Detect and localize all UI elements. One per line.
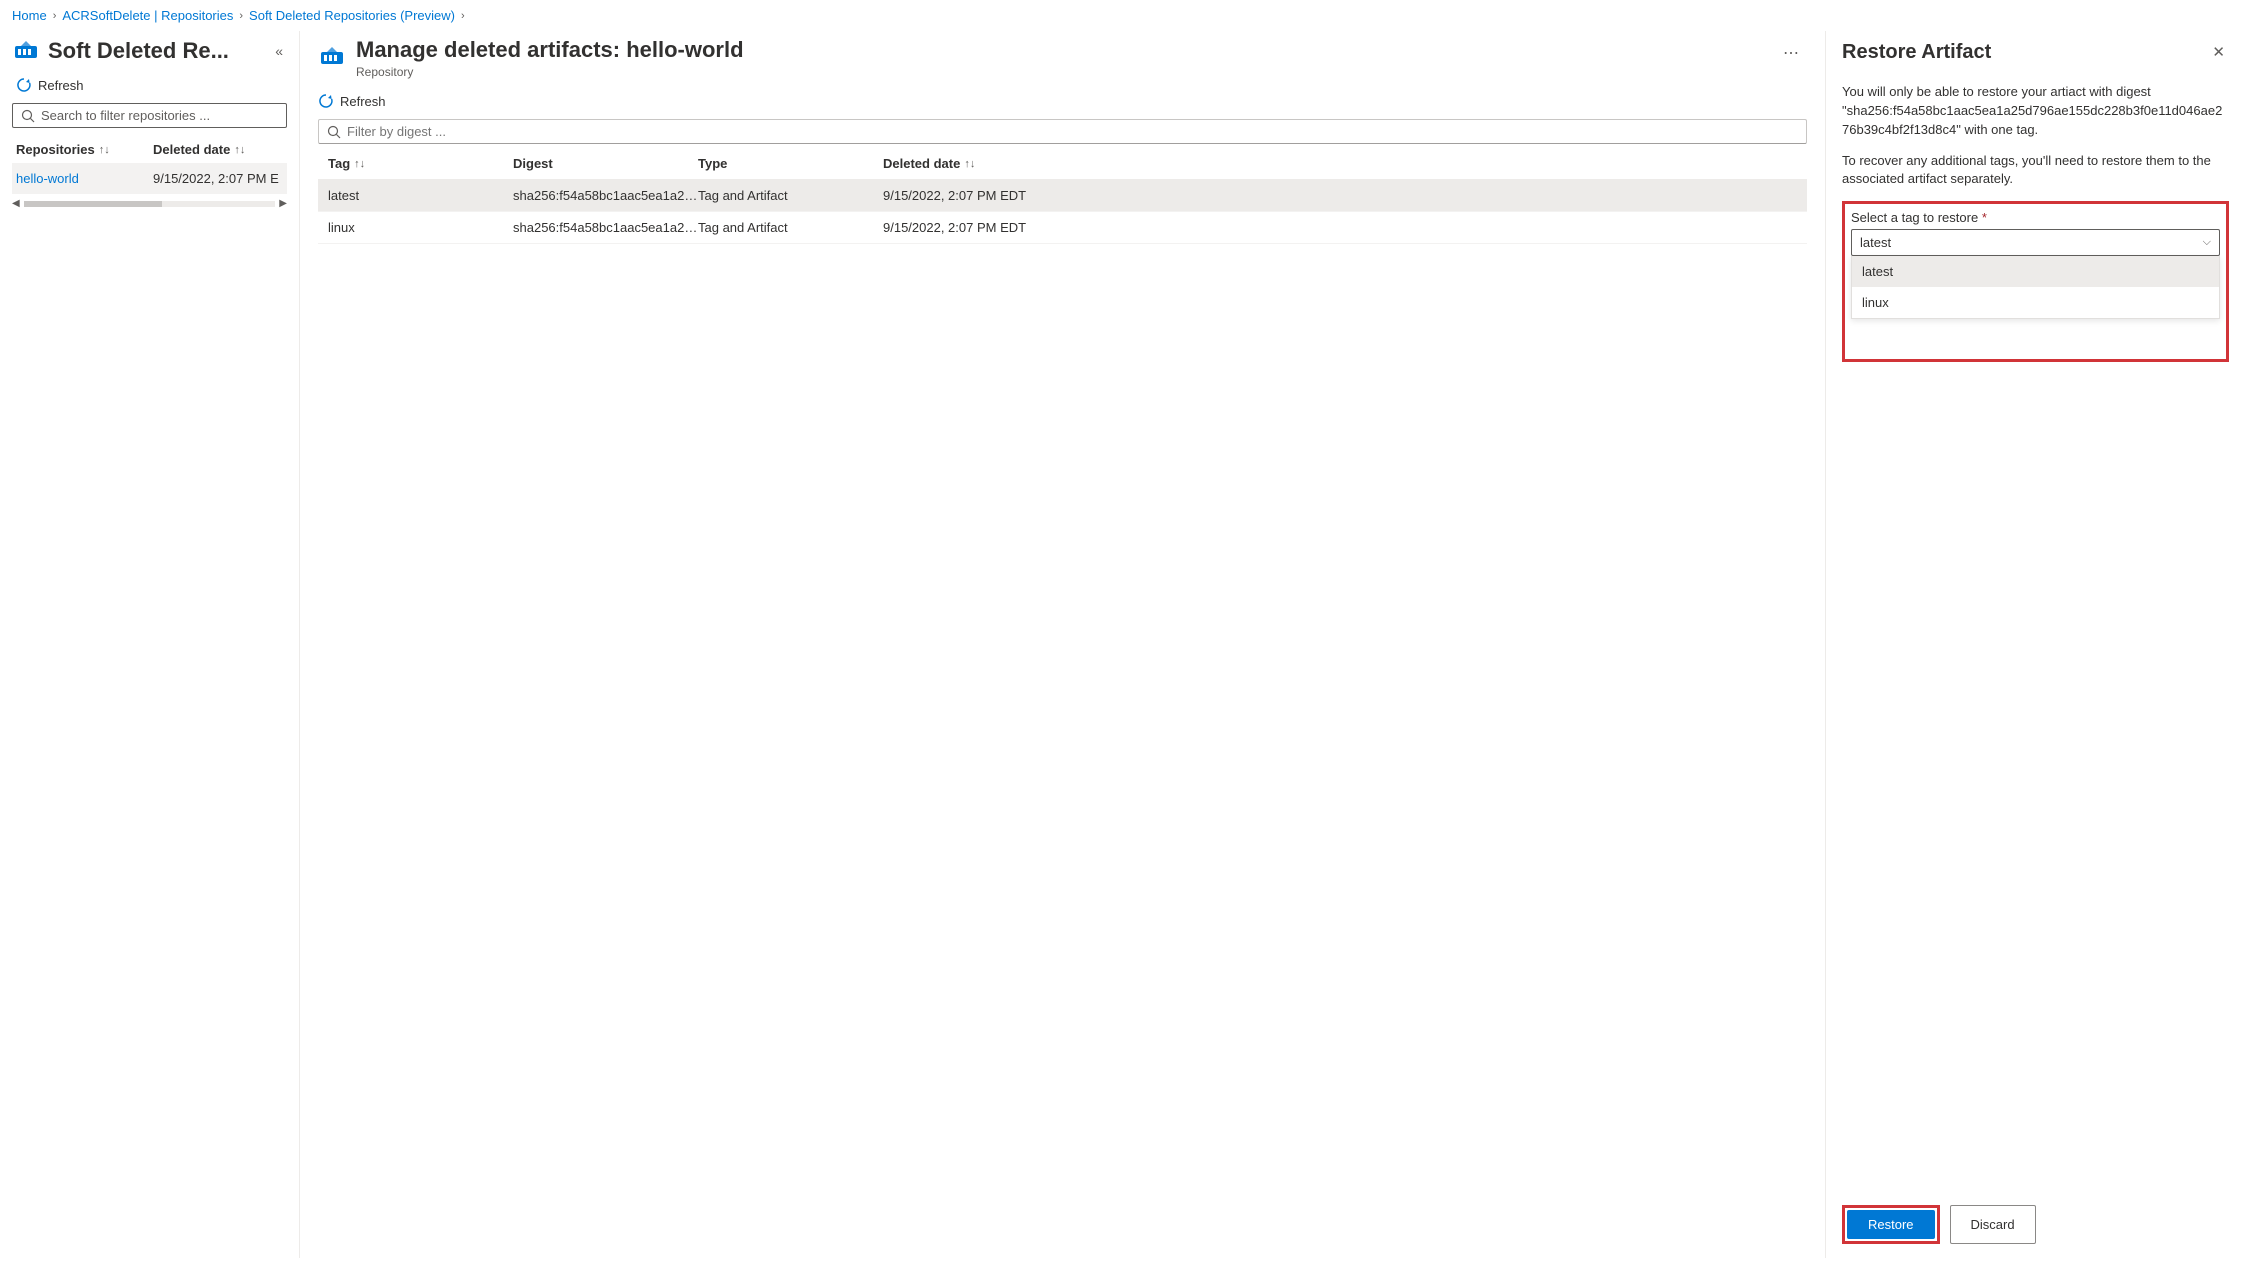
refresh-label: Refresh [340, 94, 386, 109]
column-header-deleted-date[interactable]: Deleted date↑↓ [883, 156, 1797, 171]
sidebar: Soft Deleted Re... « Refresh Repositorie… [0, 31, 300, 1258]
filter-digest-box[interactable] [318, 119, 1807, 144]
tag-dropdown[interactable]: latest ⌵ [1851, 229, 2220, 256]
sidebar-title: Soft Deleted Re... [48, 38, 263, 64]
page-subtitle: Repository [356, 65, 1765, 79]
refresh-button[interactable]: Refresh [12, 67, 287, 103]
collapse-sidebar-button[interactable]: « [271, 39, 287, 63]
chevron-right-icon: › [239, 10, 243, 22]
artifact-tag: latest [328, 188, 513, 203]
artifact-row[interactable]: linux sha256:f54a58bc1aac5ea1a25... Tag … [318, 212, 1807, 244]
restore-button-highlight: Restore [1842, 1205, 1940, 1244]
restore-artifact-panel: Restore Artifact ✕ You will only be able… [1825, 31, 2245, 1258]
scroll-right-icon[interactable]: ▶ [279, 198, 287, 209]
artifact-type: Tag and Artifact [698, 188, 883, 203]
artifact-deleted-date: 9/15/2022, 2:07 PM EDT [883, 188, 1797, 203]
dropdown-option[interactable]: latest [1852, 256, 2219, 287]
column-header-digest[interactable]: Digest [513, 156, 698, 171]
artifact-tag: linux [328, 220, 513, 235]
search-input[interactable] [41, 108, 278, 123]
refresh-button[interactable]: Refresh [318, 83, 1807, 119]
breadcrumb-home[interactable]: Home [12, 8, 47, 23]
repository-row[interactable]: hello-world 9/15/2022, 2:07 PM E [12, 163, 287, 194]
restore-button[interactable]: Restore [1847, 1210, 1935, 1239]
sort-icon: ↑↓ [354, 158, 365, 170]
artifact-digest: sha256:f54a58bc1aac5ea1a25... [513, 188, 698, 203]
container-registry-icon [12, 37, 40, 65]
artifacts-grid-header: Tag↑↓ Digest Type Deleted date↑↓ [318, 148, 1807, 180]
breadcrumb-soft-deleted[interactable]: Soft Deleted Repositories (Preview) [249, 8, 455, 23]
search-repositories-box[interactable] [12, 103, 287, 128]
column-header-tag[interactable]: Tag↑↓ [328, 156, 513, 171]
sort-icon: ↑↓ [964, 158, 975, 170]
filter-input[interactable] [347, 124, 1798, 139]
chevron-right-icon: › [53, 10, 57, 22]
panel-info-text: To recover any additional tags, you'll n… [1842, 152, 2229, 190]
artifact-deleted-date: 9/15/2022, 2:07 PM EDT [883, 220, 1797, 235]
refresh-icon [318, 93, 334, 109]
dropdown-option[interactable]: linux [1852, 287, 2219, 318]
panel-title: Restore Artifact [1842, 41, 1991, 64]
chevron-down-icon: ⌵ [2203, 236, 2211, 249]
column-header-type[interactable]: Type [698, 156, 883, 171]
panel-info-text: You will only be able to restore your ar… [1842, 83, 2229, 140]
page-title: Manage deleted artifacts: hello-world [356, 37, 1765, 63]
repository-name-link[interactable]: hello-world [16, 171, 153, 186]
close-panel-button[interactable]: ✕ [2208, 39, 2229, 65]
more-actions-button[interactable]: ⋯ [1775, 37, 1807, 69]
chevron-right-icon: › [461, 10, 465, 22]
artifact-digest: sha256:f54a58bc1aac5ea1a25... [513, 220, 698, 235]
artifact-row[interactable]: latest sha256:f54a58bc1aac5ea1a25... Tag… [318, 180, 1807, 212]
column-header-deleted-date[interactable]: Deleted date↑↓ [153, 142, 283, 157]
sort-icon: ↑↓ [234, 144, 245, 156]
refresh-label: Refresh [38, 78, 84, 93]
artifact-type: Tag and Artifact [698, 220, 883, 235]
column-header-repositories[interactable]: Repositories↑↓ [16, 142, 153, 157]
breadcrumb: Home › ACRSoftDelete | Repositories › So… [0, 0, 2245, 31]
tag-dropdown-list: latest linux [1851, 256, 2220, 319]
search-icon [21, 109, 35, 123]
refresh-icon [16, 77, 32, 93]
horizontal-scrollbar[interactable]: ◀ ▶ [12, 198, 287, 209]
main-content: Manage deleted artifacts: hello-world Re… [300, 31, 1825, 1258]
search-icon [327, 125, 341, 139]
breadcrumb-repositories[interactable]: ACRSoftDelete | Repositories [62, 8, 233, 23]
required-asterisk: * [1982, 210, 1987, 225]
repository-deleted-date: 9/15/2022, 2:07 PM E [153, 171, 283, 186]
sort-icon: ↑↓ [99, 144, 110, 156]
discard-button[interactable]: Discard [1950, 1205, 2036, 1244]
container-registry-icon [318, 43, 346, 71]
scroll-left-icon[interactable]: ◀ [12, 198, 20, 209]
select-tag-label: Select a tag to restore * [1851, 210, 2220, 225]
dropdown-selected-value: latest [1860, 235, 1891, 250]
tag-select-highlight: Select a tag to restore * latest ⌵ lates… [1842, 201, 2229, 362]
